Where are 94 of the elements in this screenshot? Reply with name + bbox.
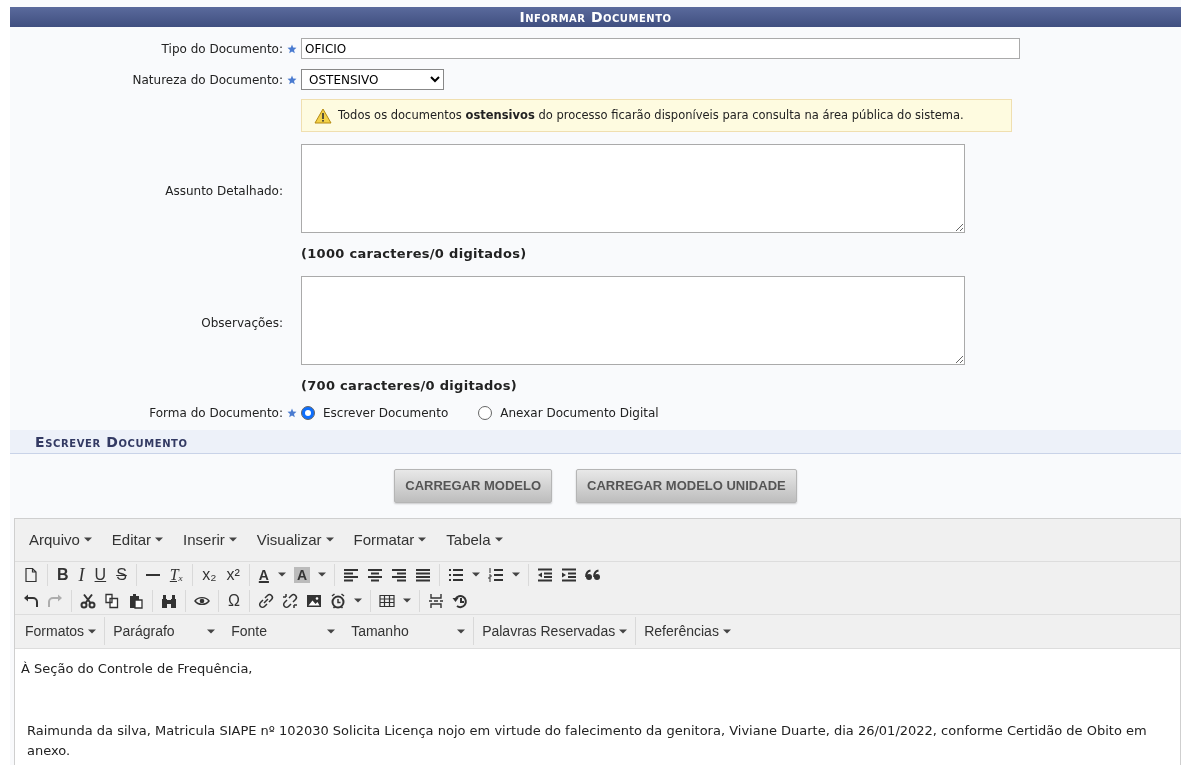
character-counter: (700 caracteres/0 digitados): [301, 377, 518, 393]
binoculars-icon[interactable]: [161, 592, 177, 609]
caret-icon[interactable]: [88, 628, 97, 634]
caret-icon[interactable]: [228, 537, 237, 543]
menu-item[interactable]: Editar: [101, 528, 174, 551]
load-template-button[interactable]: CARREGAR MODELO: [394, 469, 553, 503]
caret-icon[interactable]: [277, 572, 286, 578]
menu-label: Referências: [644, 621, 719, 641]
paste-icon[interactable]: [128, 592, 144, 609]
caret-icon[interactable]: [512, 572, 521, 578]
dropdown-menu-button[interactable]: Tamanho: [343, 620, 474, 642]
caret-icon[interactable]: [83, 537, 92, 543]
numbered-list-icon[interactable]: [488, 566, 505, 583]
highlight-color-button[interactable]: A: [293, 566, 311, 583]
menu-label: Arquivo: [29, 529, 80, 550]
menu-label: Editar: [111, 529, 152, 550]
field-label: Natureza do Documento:: [132, 72, 283, 87]
menu-label: Formatos: [25, 621, 85, 641]
caret-icon[interactable]: [494, 537, 503, 543]
radio-label: Anexar Documento Digital: [500, 405, 659, 423]
indent-icon[interactable]: [561, 566, 578, 583]
field-label: Assunto Detalhado:: [165, 184, 283, 199]
menu-item[interactable]: Inserir: [173, 528, 247, 551]
page-break-icon[interactable]: [427, 592, 444, 609]
history-icon[interactable]: [451, 592, 468, 609]
link-icon[interactable]: [257, 592, 274, 609]
dropdown-menu-button[interactable]: Referências: [636, 620, 739, 642]
field-label: Observações:: [201, 315, 283, 330]
caret-icon[interactable]: [207, 628, 216, 634]
radio-button[interactable]: [478, 406, 493, 421]
menu-item[interactable]: Visualizar: [246, 528, 344, 551]
undo-icon[interactable]: [23, 592, 39, 609]
menu-item[interactable]: Arquivo: [19, 528, 102, 551]
toolbar-symbol-button[interactable]: x₂: [201, 566, 218, 583]
radio-label: Escrever Documento: [323, 405, 449, 423]
copy-icon[interactable]: [104, 592, 120, 609]
scissors-icon[interactable]: [80, 592, 96, 609]
field-label: Tipo do Documento:: [161, 41, 283, 56]
caret-icon[interactable]: [457, 628, 466, 634]
caret-icon[interactable]: [318, 572, 327, 578]
clock-icon[interactable]: [329, 592, 346, 609]
character-counter: (1000 caracteres/0 digitados): [301, 246, 527, 262]
caret-icon[interactable]: [402, 598, 411, 604]
dropdown-menu-button[interactable]: Parágrafo: [105, 620, 224, 642]
menu-label: Tamanho: [351, 621, 409, 641]
caret-icon[interactable]: [325, 537, 334, 543]
load-template-button[interactable]: CARREGAR MODELO UNIDADE: [576, 469, 797, 503]
unlink-icon[interactable]: [281, 592, 298, 609]
radio-button[interactable]: [301, 406, 315, 421]
image-icon[interactable]: [305, 592, 322, 609]
clear-formatting-button[interactable]: Tₓ: [168, 566, 185, 583]
new-document-icon[interactable]: [23, 566, 39, 583]
toolbar-symbol-button[interactable]: Ω: [227, 592, 241, 609]
align-right-icon[interactable]: [391, 566, 408, 583]
warning-icon: [314, 107, 332, 124]
toolbar-symbol-button[interactable]: x²: [225, 566, 241, 583]
caret-icon[interactable]: [722, 628, 731, 634]
notice-text: Todos os documentos ostensivos do processo ficarão disponíveis para consulta na área pública do sistema.: [338, 107, 964, 124]
caret-icon[interactable]: [418, 537, 427, 543]
underline-button[interactable]: U: [93, 566, 108, 583]
menu-label: Inserir: [183, 529, 225, 550]
menu-label: Parágrafo: [113, 621, 175, 641]
caret-icon[interactable]: [619, 628, 628, 634]
dropdown-menu-button[interactable]: Formatos: [17, 620, 105, 642]
outdent-icon[interactable]: [537, 566, 554, 583]
strikethrough-button[interactable]: S: [115, 566, 128, 583]
field-label: Forma do Documento:: [149, 406, 283, 421]
menu-label: Visualizar: [256, 529, 322, 550]
section-header: Escrever Documento: [10, 430, 1181, 455]
menu-item[interactable]: Formatar: [343, 528, 437, 551]
menu-item[interactable]: Tabela: [436, 528, 513, 551]
bullet-list-icon[interactable]: [448, 566, 465, 583]
caret-icon[interactable]: [353, 598, 362, 604]
menu-label: Formatar: [353, 529, 415, 550]
table-icon[interactable]: [378, 592, 395, 609]
menu-label: Fonte: [231, 621, 267, 641]
paragraph: Raimunda da silva, Matricula SIAPE nº 102030 Solicita Licença nojo em virtude do falecimento da genitora, Viviane Duarte, dia 26/01/2022, conforme Certidão de Obito em anexo.: [26, 722, 1148, 760]
dropdown-menu-button[interactable]: Palavras Reservadas: [474, 620, 636, 642]
dropdown-menu-button[interactable]: Fonte: [223, 620, 344, 642]
menu-label: Palavras Reservadas: [482, 621, 616, 641]
text-field[interactable]: OFICIO: [301, 38, 1020, 59]
justify-icon[interactable]: [415, 566, 432, 583]
select-field[interactable]: OSTENSIVO: [301, 69, 444, 90]
align-left-icon[interactable]: [343, 566, 360, 583]
bold-button[interactable]: B: [56, 566, 70, 583]
caret-icon[interactable]: [472, 572, 481, 578]
caret-icon[interactable]: [327, 628, 336, 634]
menu-label: Tabela: [446, 529, 491, 550]
caret-icon[interactable]: [155, 537, 164, 543]
paragraph: À Seção do Controle de Frequência,: [21, 659, 254, 678]
section-header: Informar Documento: [10, 7, 1181, 27]
text-color-button[interactable]: A: [257, 567, 270, 582]
align-center-icon[interactable]: [367, 566, 384, 583]
italic-button[interactable]: I: [77, 565, 86, 584]
